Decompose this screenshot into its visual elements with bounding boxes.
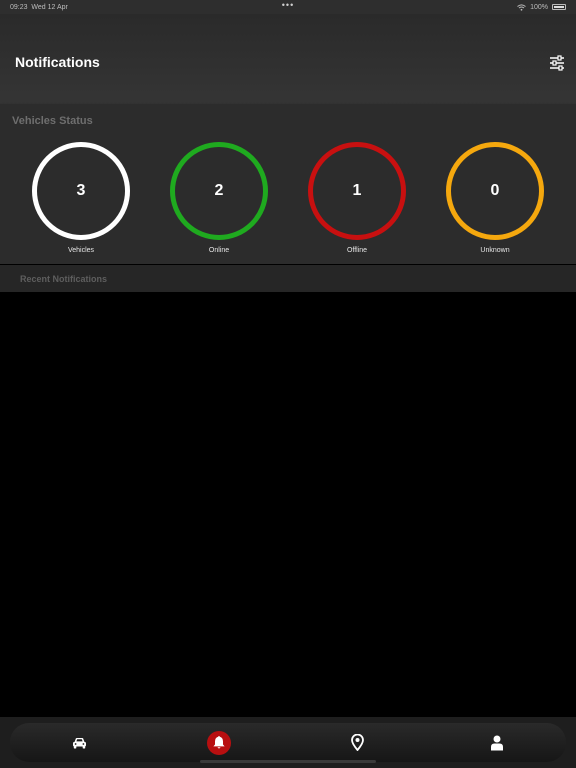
stat-ring-vehicles: 3 (32, 142, 130, 240)
map-pin-icon (351, 734, 364, 751)
multitasking-dots[interactable]: ••• (282, 0, 294, 10)
tab-map[interactable] (338, 723, 378, 762)
home-indicator (200, 760, 376, 763)
header: Notifications (0, 14, 576, 104)
page-title: Notifications (15, 54, 100, 70)
recent-notifications-header: Recent Notifications (0, 265, 576, 292)
stat-value-vehicles: 3 (76, 182, 86, 199)
status-date: Wed 12 Apr (31, 3, 68, 11)
stat-value-offline: 1 (352, 182, 362, 199)
status-indicators: 100% (517, 4, 566, 11)
sliders-icon (550, 55, 564, 71)
stat-ring-online: 2 (170, 142, 268, 240)
stat-vehicles[interactable]: 3 Vehicles (31, 142, 131, 254)
car-icon (73, 737, 86, 748)
battery-percent: 100% (530, 3, 548, 11)
wifi-icon (517, 3, 526, 11)
filter-button[interactable] (548, 54, 566, 72)
tab-notifications-active-indicator (206, 730, 231, 755)
status-time: 09:23 (10, 3, 28, 11)
vehicles-status-title: Vehicles Status (12, 115, 93, 127)
stat-offline[interactable]: 1 Offline (307, 142, 407, 254)
stat-ring-unknown: 0 (446, 142, 544, 240)
stat-value-unknown: 0 (490, 182, 500, 199)
stat-ring-offline: 1 (308, 142, 406, 240)
recent-notifications-title: Recent Notifications (20, 274, 108, 284)
stat-label-online: Online (208, 247, 230, 254)
tab-notifications[interactable] (199, 723, 239, 762)
tab-bar (10, 723, 566, 762)
stat-online[interactable]: 2 Online (169, 142, 269, 254)
battery-icon (552, 4, 566, 10)
status-bar: 09:23 Wed 12 Apr ••• 100% (0, 0, 576, 14)
stat-label-unknown: Unknown (480, 247, 510, 254)
stat-label-vehicles: Vehicles (67, 247, 95, 254)
tab-vehicles[interactable] (60, 723, 100, 762)
stat-label-offline: Offline (346, 247, 368, 254)
notifications-list[interactable] (0, 292, 576, 717)
vehicles-status-panel: Vehicles Status 3 Vehicles 2 Online 1 Of… (0, 104, 576, 264)
status-time-date: 09:23 Wed 12 Apr (10, 4, 68, 11)
person-icon (490, 735, 503, 750)
tab-profile[interactable] (477, 723, 517, 762)
stat-value-online: 2 (214, 182, 224, 199)
stat-unknown[interactable]: 0 Unknown (445, 142, 545, 254)
bell-icon (212, 736, 225, 749)
